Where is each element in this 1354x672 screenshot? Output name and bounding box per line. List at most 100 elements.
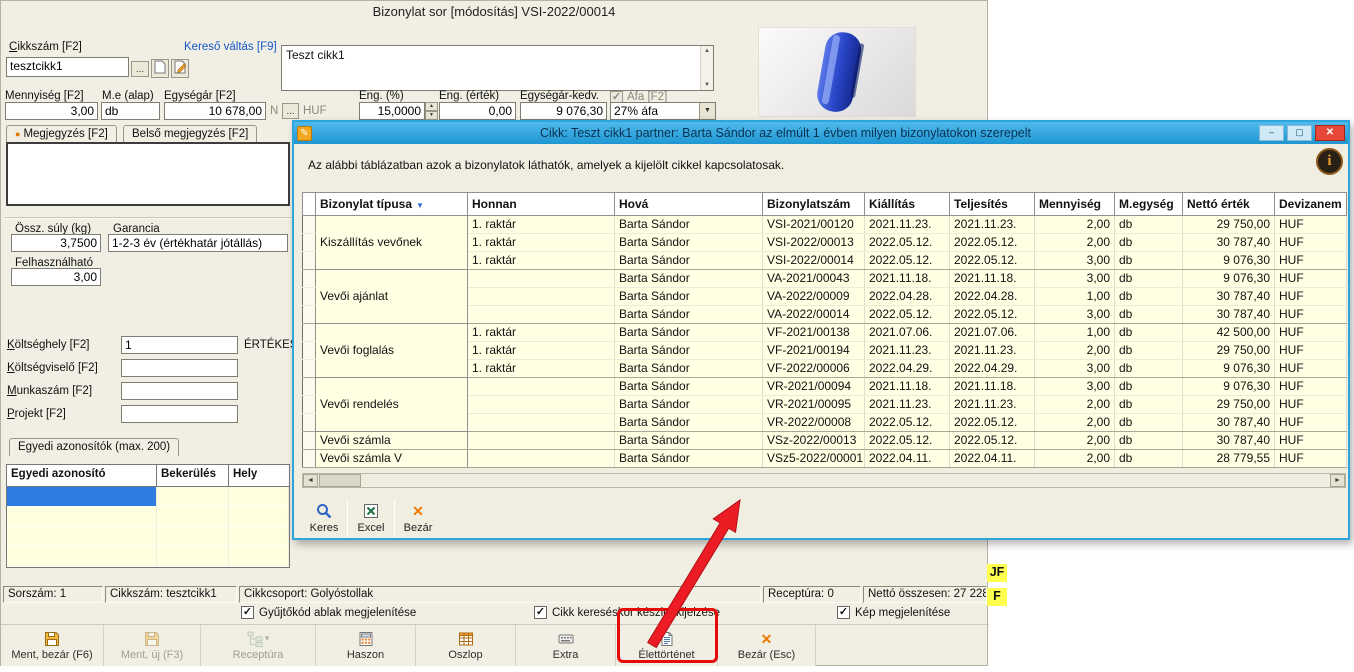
table-cell[interactable]: HUF: [1275, 450, 1347, 468]
row-grip[interactable]: [303, 450, 316, 468]
egyedi-table-row[interactable]: [7, 547, 289, 567]
table-cell[interactable]: 29 750,00: [1183, 396, 1275, 414]
checkbox-box[interactable]: ✓: [534, 606, 547, 619]
table-cell[interactable]: [468, 396, 615, 414]
table-cell[interactable]: 3,00: [1035, 306, 1115, 324]
egyedi-cell[interactable]: [7, 527, 157, 547]
cikknev-box[interactable]: Teszt cikk1 ▲▼: [281, 45, 714, 91]
document-icon-button[interactable]: [151, 59, 169, 78]
koltsegviselo-input[interactable]: [121, 359, 238, 377]
table-cell[interactable]: Barta Sándor: [615, 324, 763, 342]
table-cell[interactable]: 29 750,00: [1183, 216, 1275, 234]
table-cell[interactable]: 30 787,40: [1183, 432, 1275, 450]
elettortenet-button[interactable]: Élettörténet: [616, 625, 718, 666]
table-cell[interactable]: db: [1115, 396, 1183, 414]
column-header[interactable]: Hová: [615, 193, 763, 216]
table-cell[interactable]: 1. raktár: [468, 342, 615, 360]
egyedi-table-row[interactable]: [7, 487, 289, 507]
afa-select[interactable]: 27% áfa ▼: [610, 102, 716, 120]
table-cell[interactable]: 2021.11.18.: [865, 270, 950, 288]
egyedi-cell[interactable]: [7, 507, 157, 527]
vertical-scrollbar[interactable]: ▲▼: [700, 46, 713, 90]
table-cell[interactable]: 1. raktár: [468, 234, 615, 252]
option-checkbox[interactable]: ✓Kép megjelenítése: [837, 606, 950, 619]
megjegyzes-textarea[interactable]: [6, 142, 290, 206]
egyedi-column-header[interactable]: Hely: [229, 465, 289, 486]
table-cell[interactable]: db: [1115, 450, 1183, 468]
table-cell[interactable]: HUF: [1275, 306, 1347, 324]
table-cell[interactable]: db: [1115, 216, 1183, 234]
table-cell[interactable]: VF-2021/00194: [763, 342, 865, 360]
tab-megjegyzes[interactable]: ● Megjegyzés [F2]: [6, 125, 117, 143]
column-header[interactable]: Bizonylat típusa▼: [316, 193, 468, 216]
column-header[interactable]: Teljesítés: [950, 193, 1035, 216]
table-row[interactable]: Vevői rendelésBarta SándorVR-2021/000942…: [303, 378, 1347, 396]
table-cell[interactable]: 1. raktár: [468, 216, 615, 234]
column-header[interactable]: Nettó érték: [1183, 193, 1275, 216]
table-cell[interactable]: 2022.05.12.: [865, 432, 950, 450]
egyedi-cell[interactable]: [229, 487, 289, 507]
egyedi-cell[interactable]: [157, 507, 229, 527]
table-cell[interactable]: [468, 270, 615, 288]
table-cell[interactable]: VA-2022/00014: [763, 306, 865, 324]
table-cell[interactable]: HUF: [1275, 432, 1347, 450]
table-row[interactable]: Vevői ajánlatBarta SándorVA-2021/0004320…: [303, 270, 1347, 288]
column-header[interactable]: Kiállítás: [865, 193, 950, 216]
column-header[interactable]: Bizonylatszám: [763, 193, 865, 216]
table-cell[interactable]: 2022.04.29.: [950, 360, 1035, 378]
table-cell[interactable]: [468, 414, 615, 432]
table-cell[interactable]: Barta Sándor: [615, 414, 763, 432]
receptura-button[interactable]: ▾Receptúra: [201, 625, 316, 666]
document-type-group-cell[interactable]: Vevői számla: [316, 432, 468, 450]
table-cell[interactable]: db: [1115, 378, 1183, 396]
table-cell[interactable]: 42 500,00: [1183, 324, 1275, 342]
table-cell[interactable]: 2021.11.18.: [950, 378, 1035, 396]
table-row[interactable]: Vevői foglalás1. raktárBarta SándorVF-20…: [303, 324, 1347, 342]
checkbox-box[interactable]: ✓: [837, 606, 850, 619]
dialog-minimize-button[interactable]: ‒: [1259, 125, 1284, 141]
eng-ertek-input[interactable]: 0,00: [439, 102, 516, 120]
table-cell[interactable]: 28 779,55: [1183, 450, 1275, 468]
me-input[interactable]: db: [101, 102, 160, 120]
table-cell[interactable]: VA-2022/00009: [763, 288, 865, 306]
table-cell[interactable]: db: [1115, 288, 1183, 306]
munkaszam-input[interactable]: [121, 382, 238, 400]
dialog-maximize-button[interactable]: ▢: [1287, 125, 1312, 141]
row-grip[interactable]: [303, 414, 316, 432]
table-cell[interactable]: 3,00: [1035, 270, 1115, 288]
egyedi-cell[interactable]: [7, 547, 157, 567]
table-cell[interactable]: [468, 432, 615, 450]
table-cell[interactable]: db: [1115, 324, 1183, 342]
egysegar-kedv-input[interactable]: 9 076,30: [520, 102, 607, 120]
table-cell[interactable]: Barta Sándor: [615, 252, 763, 270]
option-checkbox[interactable]: ✓Gyűjtőkód ablak megjelenítése: [241, 606, 416, 619]
table-cell[interactable]: VSI-2022/00013: [763, 234, 865, 252]
ment-bezar-button[interactable]: Ment, bezár (F6): [1, 625, 104, 666]
row-grip[interactable]: [303, 360, 316, 378]
document-type-group-cell[interactable]: Vevői foglalás: [316, 324, 468, 378]
table-cell[interactable]: 2021.11.18.: [950, 270, 1035, 288]
row-grip[interactable]: [303, 396, 316, 414]
table-cell[interactable]: Barta Sándor: [615, 270, 763, 288]
table-cell[interactable]: 9 076,30: [1183, 252, 1275, 270]
column-header[interactable]: Honnan: [468, 193, 615, 216]
table-cell[interactable]: 2021.11.23.: [865, 342, 950, 360]
table-cell[interactable]: 2021.11.23.: [865, 396, 950, 414]
table-cell[interactable]: 30 787,40: [1183, 306, 1275, 324]
table-cell[interactable]: 2022.05.12.: [865, 252, 950, 270]
chevron-down-icon[interactable]: ▼: [699, 103, 715, 119]
column-header[interactable]: M.egység: [1115, 193, 1183, 216]
table-cell[interactable]: 2022.05.12.: [950, 414, 1035, 432]
spin-down-icon[interactable]: ▼: [425, 111, 438, 120]
table-cell[interactable]: 2,00: [1035, 432, 1115, 450]
scroll-right-icon[interactable]: ►: [1330, 474, 1345, 487]
table-cell[interactable]: db: [1115, 342, 1183, 360]
cikkszam-input[interactable]: tesztcikk1: [6, 57, 129, 77]
table-cell[interactable]: Barta Sándor: [615, 396, 763, 414]
table-cell[interactable]: [468, 306, 615, 324]
table-row[interactable]: Kiszállítás vevőnek1. raktárBarta Sándor…: [303, 216, 1347, 234]
table-row[interactable]: Vevői számlaBarta SándorVSz-2022/0001320…: [303, 432, 1347, 450]
table-cell[interactable]: Barta Sándor: [615, 378, 763, 396]
table-cell[interactable]: VSz-2022/00013: [763, 432, 865, 450]
table-cell[interactable]: HUF: [1275, 252, 1347, 270]
